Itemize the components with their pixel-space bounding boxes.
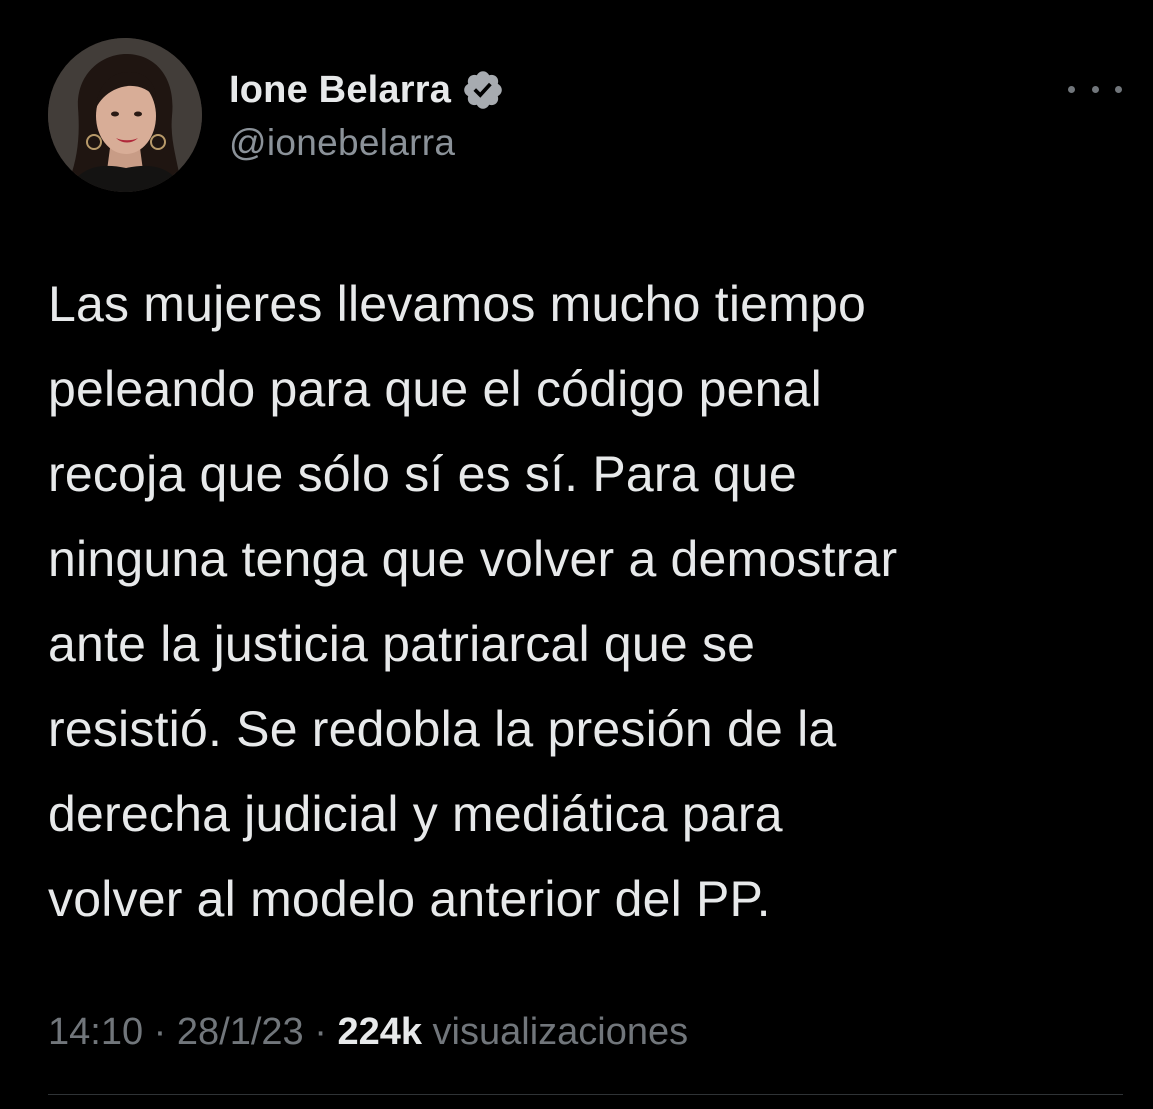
avatar-photo [48,38,202,192]
tweet-date[interactable]: 28/1/23 [177,1011,304,1054]
author-name-row: Ione Belarra [229,66,505,114]
verified-badge-icon [461,68,505,112]
tweet-text: Las mujeres llevamos mucho tiempo pelean… [48,276,898,927]
tweet-time[interactable]: 14:10 [48,1011,143,1054]
author-display-name[interactable]: Ione Belarra [229,69,451,112]
tweet-meta: 14:10 · 28/1/23 · 224k visualizaciones [48,1004,688,1060]
tweet-card: Ione Belarra @ionebelarra Las mujeres ll… [0,0,1153,1109]
more-dot [1091,85,1099,93]
author-handle[interactable]: @ionebelarra [229,122,455,164]
views-count[interactable]: 224k [337,1011,422,1054]
avatar[interactable] [48,38,202,192]
divider [48,1094,1123,1095]
more-dot [1068,85,1075,93]
meta-separator: · [303,1010,338,1053]
more-horizontal-icon[interactable] [1068,72,1122,106]
meta-separator: · [143,1010,177,1053]
views-label: visualizaciones [422,1010,689,1053]
more-dot [1115,85,1122,93]
